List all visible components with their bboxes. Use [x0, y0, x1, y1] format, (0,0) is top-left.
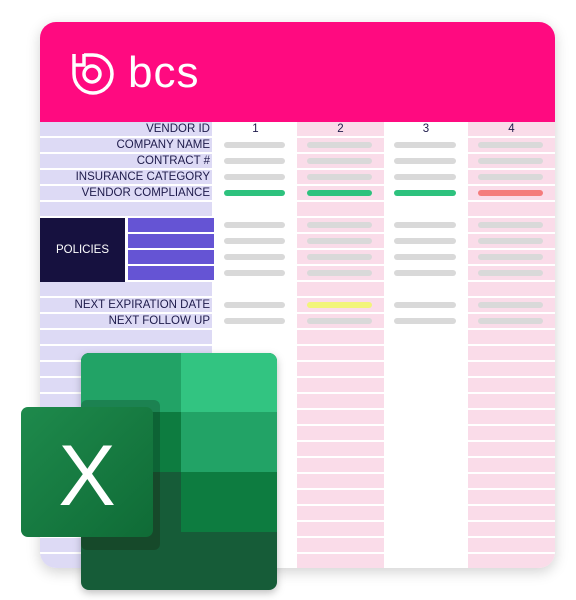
excel-icon: X: [21, 353, 277, 590]
excel-letter: X: [58, 428, 115, 524]
